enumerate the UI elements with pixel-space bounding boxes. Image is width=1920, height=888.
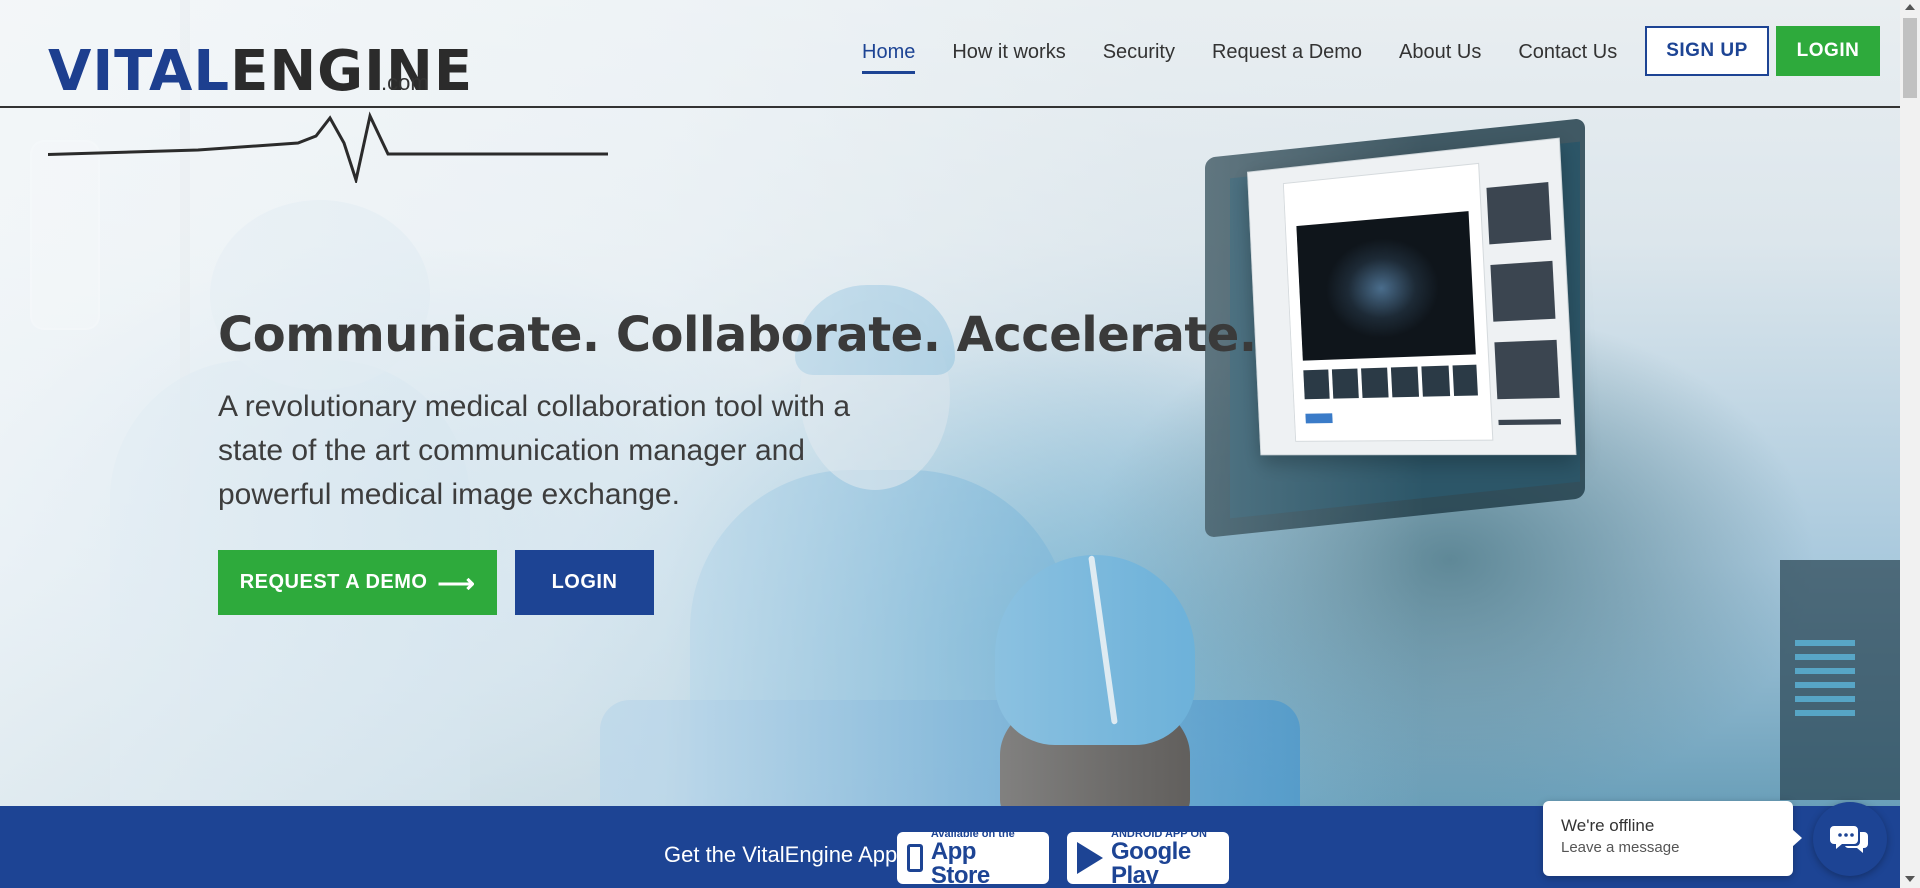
app-store-badge[interactable]: Available on the App Store [897,832,1049,884]
scan-thumbnails [1303,365,1478,400]
phone-icon [907,844,923,872]
nav-request-demo[interactable]: Request a Demo [1212,37,1362,77]
chat-title: We're offline [1561,815,1775,837]
ultrasound-scan [1296,211,1475,361]
scroll-down-icon[interactable] [1905,876,1915,882]
hero-login-button[interactable]: LOGIN [515,550,654,615]
nav-home[interactable]: Home [862,37,915,77]
signup-button[interactable]: SIGN UP [1645,26,1769,76]
hero-title: Communicate. Collaborate. Accelerate. [218,307,1257,363]
arrow-right-icon: ⟶ [437,573,475,593]
vitalengine-logo[interactable]: VITALENGINE .com [48,40,628,132]
google-play-badge[interactable]: ANDROID APP ON Google Play [1067,832,1229,884]
google-big-text: Google Play [1111,840,1219,888]
request-demo-button[interactable]: REQUEST A DEMO ⟶ [218,550,497,615]
app-sidebar-thumbnails [1486,182,1561,425]
ecg-line-icon [48,88,608,183]
app-banner-text: Get the VitalEngine App [664,842,897,868]
app-screenshot [1247,138,1577,456]
app-screenshot-panel [1283,163,1493,442]
site-header: VITALENGINE .com Home How it works Secur… [0,0,1900,108]
chat-subtitle: Leave a message [1561,837,1775,859]
request-demo-label: REQUEST A DEMO [240,571,428,594]
hero-subtitle: A revolutionary medical collaboration to… [218,385,918,517]
chat-launcher-button[interactable] [1813,802,1887,876]
app-button-mock [1305,413,1332,423]
nav-security[interactable]: Security [1103,37,1175,77]
scrollbar-thumb[interactable] [1903,18,1917,98]
page-scrollbar[interactable] [1900,0,1920,888]
nav-contact-us[interactable]: Contact Us [1518,37,1617,77]
main-nav: Home How it works Security Request a Dem… [862,37,1654,77]
chat-offline-bubble[interactable]: We're offline Leave a message [1543,801,1793,876]
appstore-big-text: App Store [931,840,1039,888]
header-login-button[interactable]: LOGIN [1776,26,1880,76]
nav-how-it-works[interactable]: How it works [952,37,1065,77]
header-divider [0,106,1900,108]
nav-about-us[interactable]: About Us [1399,37,1481,77]
play-triangle-icon [1077,842,1103,874]
scroll-up-icon[interactable] [1905,4,1915,10]
chat-bubbles-icon [1830,822,1870,856]
